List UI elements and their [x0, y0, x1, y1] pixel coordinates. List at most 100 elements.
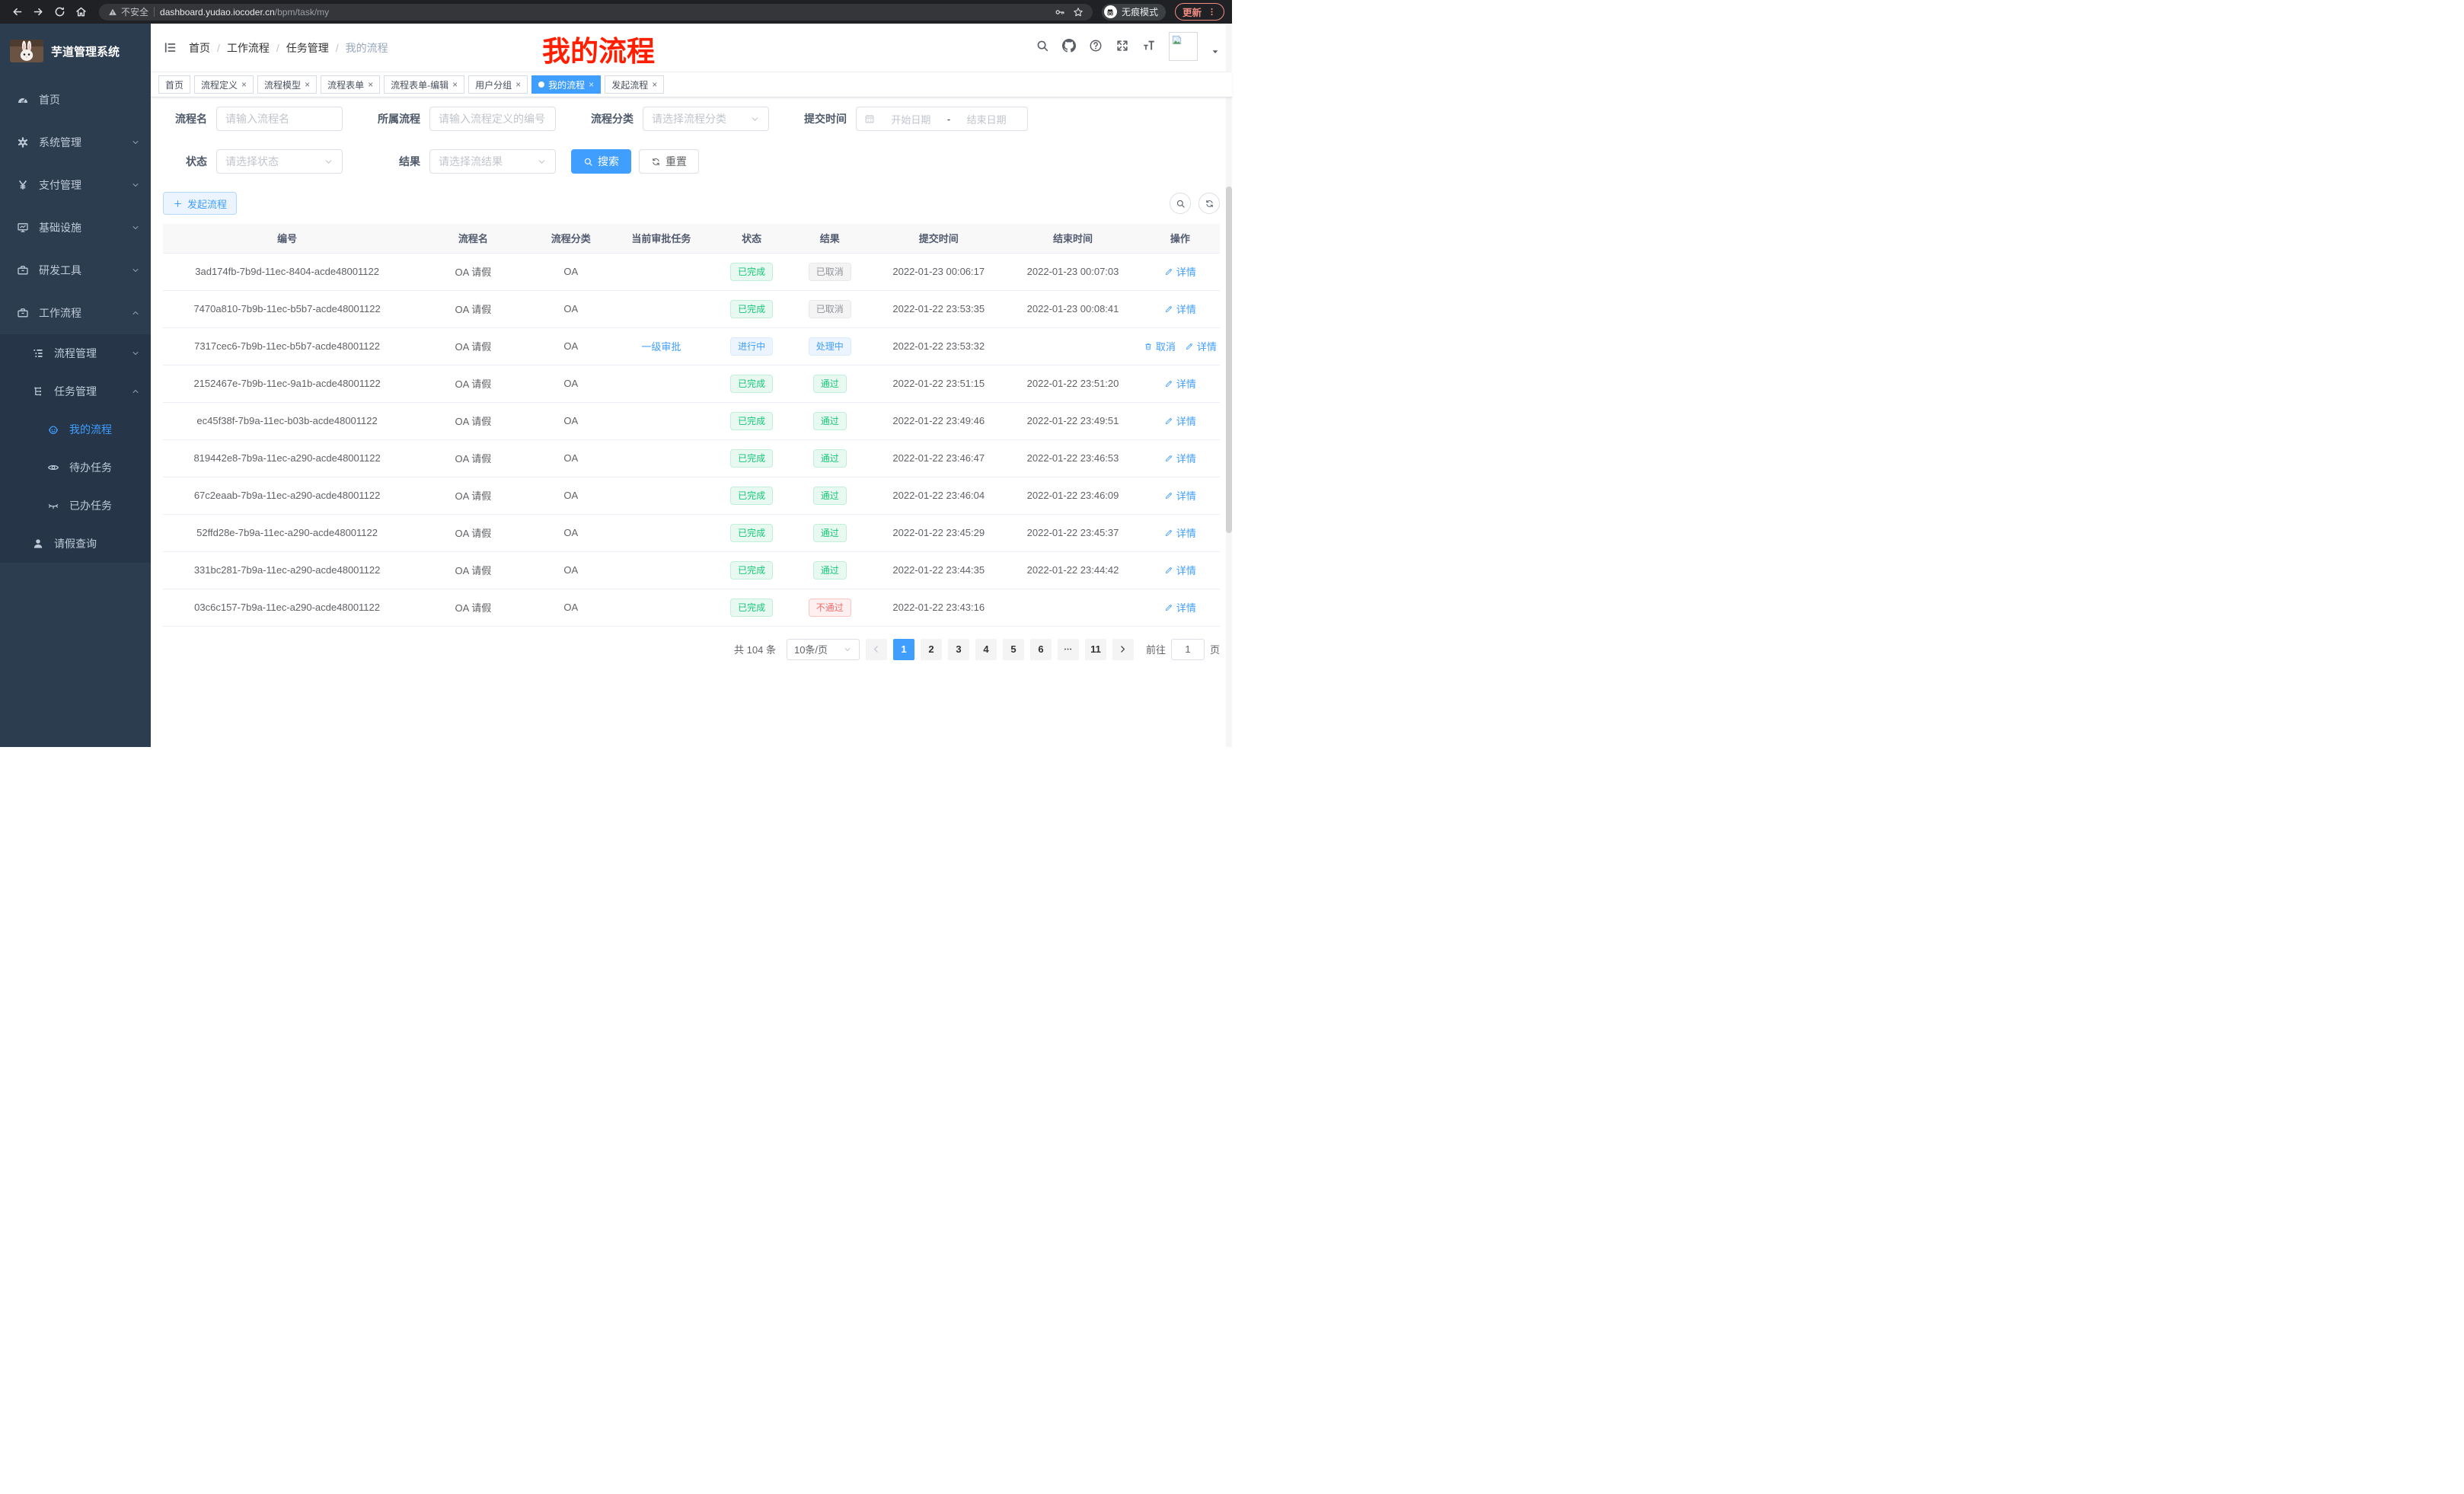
sidebar-item-我的流程[interactable]: 我的流程 — [0, 410, 151, 449]
breadcrumb-item-任务管理[interactable]: 任务管理 — [286, 40, 329, 56]
cancel-link[interactable]: 取消 — [1144, 339, 1176, 353]
sidebar-item-研发工具[interactable]: 研发工具 — [0, 249, 151, 292]
goto-page-input[interactable] — [1171, 639, 1205, 660]
search-button[interactable]: 搜索 — [571, 149, 631, 174]
process-definition-input[interactable] — [429, 107, 556, 131]
browser-forward-button[interactable] — [29, 3, 47, 21]
breadcrumb-item-首页[interactable]: 首页 — [189, 40, 210, 56]
page-size-select[interactable]: 10条/页 — [787, 639, 860, 660]
page-button-2[interactable]: 2 — [921, 639, 942, 660]
tab-发起流程[interactable]: 发起流程 × — [605, 75, 664, 94]
sidebar-item-任务管理[interactable]: 任务管理 — [0, 372, 151, 410]
browser-reload-button[interactable] — [50, 3, 69, 21]
tab-流程表单-编辑[interactable]: 流程表单-编辑× — [384, 75, 464, 94]
tab-close-icon[interactable]: × — [652, 79, 657, 90]
detail-link[interactable]: 详情 — [1164, 525, 1196, 540]
breadcrumb-item-工作流程[interactable]: 工作流程 — [227, 40, 270, 56]
navbar: 首页/工作流程/任务管理/我的流程 我的流程 — [151, 24, 1232, 72]
process-name-input[interactable] — [216, 107, 343, 131]
tab-close-icon[interactable]: × — [305, 79, 310, 90]
sidebar-item-工作流程[interactable]: 工作流程 — [0, 292, 151, 334]
font-size-icon[interactable] — [1142, 39, 1156, 53]
pagination-more-button[interactable] — [1058, 639, 1079, 660]
tab-close-icon[interactable]: × — [241, 79, 247, 90]
detail-link[interactable]: 详情 — [1164, 302, 1196, 316]
tab-close-icon[interactable]: × — [589, 79, 594, 90]
github-icon[interactable] — [1062, 39, 1076, 53]
result-tag: 处理中 — [809, 337, 851, 356]
detail-link[interactable]: 详情 — [1164, 264, 1196, 279]
result-tag: 通过 — [813, 412, 847, 430]
page-button-6[interactable]: 6 — [1030, 639, 1052, 660]
tab-close-icon[interactable]: × — [515, 79, 521, 90]
browser-update-button[interactable]: 更新 — [1175, 3, 1224, 21]
sidebar-fold-icon[interactable] — [163, 40, 177, 55]
tab-label: 发起流程 — [611, 78, 648, 91]
table-row: 7470a810-7b9b-11ec-b5b7-acde48001122OA 请… — [163, 290, 1220, 327]
prev-page-button[interactable] — [866, 639, 887, 660]
security-label: 不安全 — [121, 5, 148, 18]
fullscreen-icon[interactable] — [1116, 39, 1129, 53]
process-category-select[interactable]: 请选择流程分类 — [643, 107, 769, 131]
create-process-button[interactable]: 发起流程 — [163, 192, 237, 215]
tab-流程模型[interactable]: 流程模型× — [257, 75, 317, 94]
security-badge[interactable]: 不安全 — [108, 5, 148, 18]
sidebar-item-流程管理[interactable]: 流程管理 — [0, 334, 151, 372]
sidebar-item-基础设施[interactable]: 基础设施 — [0, 206, 151, 249]
tab-首页[interactable]: 首页 — [158, 75, 190, 94]
tab-close-icon[interactable]: × — [452, 79, 458, 90]
tab-用户分组[interactable]: 用户分组× — [468, 75, 528, 94]
reset-button[interactable]: 重置 — [639, 149, 699, 174]
sidebar-item-首页[interactable]: 首页 — [0, 78, 151, 121]
next-page-button[interactable] — [1112, 639, 1134, 660]
browser-home-button[interactable] — [72, 3, 90, 21]
incognito-badge: 无痕模式 — [1102, 4, 1166, 21]
sidebar-item-支付管理[interactable]: 支付管理 — [0, 164, 151, 206]
header-search-icon[interactable] — [1036, 39, 1049, 53]
sidebar-item-系统管理[interactable]: 系统管理 — [0, 121, 151, 164]
page-button-11[interactable]: 11 — [1085, 639, 1106, 660]
page-button-4[interactable]: 4 — [975, 639, 997, 660]
detail-link[interactable]: 详情 — [1164, 451, 1196, 465]
submit-time-range-picker[interactable]: 开始日期 - 结束日期 — [856, 107, 1028, 131]
sidebar-item-请假查询[interactable]: 请假查询 — [0, 525, 151, 563]
detail-link[interactable]: 详情 — [1164, 413, 1196, 428]
tab-我的流程[interactable]: 我的流程× — [531, 75, 601, 94]
tab-close-icon[interactable]: × — [368, 79, 373, 90]
search-icon — [583, 157, 593, 167]
page-button-1[interactable]: 1 — [893, 639, 914, 660]
tab-流程定义[interactable]: 流程定义× — [194, 75, 254, 94]
page-button-3[interactable]: 3 — [948, 639, 969, 660]
detail-link[interactable]: 详情 — [1164, 488, 1196, 503]
more-vertical-icon[interactable] — [1207, 7, 1217, 17]
browser-back-button[interactable] — [8, 3, 26, 21]
current-task-link[interactable]: 一级审批 — [641, 339, 681, 353]
cell-actions: 详情 — [1141, 514, 1220, 551]
cell-name: OA 请假 — [411, 551, 535, 589]
tab-流程表单[interactable]: 流程表单× — [321, 75, 380, 94]
detail-link[interactable]: 详情 — [1164, 376, 1196, 391]
sidebar-item-待办任务[interactable]: 待办任务 — [0, 449, 151, 487]
result-select[interactable]: 请选择流结果 — [429, 149, 556, 174]
page-button-5[interactable]: 5 — [1003, 639, 1024, 660]
page-scrollbar-thumb[interactable] — [1226, 187, 1232, 533]
sidebar-item-已办任务[interactable]: 已办任务 — [0, 487, 151, 525]
app-logo[interactable]: 芋道管理系统 — [0, 24, 151, 78]
detail-link[interactable]: 详情 — [1185, 339, 1217, 353]
refresh-table-button[interactable] — [1198, 193, 1220, 214]
show-search-button[interactable] — [1170, 193, 1191, 214]
detail-link[interactable]: 详情 — [1164, 563, 1196, 577]
status-select[interactable]: 请选择状态 — [216, 149, 343, 174]
avatar[interactable] — [1169, 32, 1198, 61]
help-icon[interactable] — [1089, 39, 1103, 53]
address-bar[interactable]: 不安全 dashboard.yudao.iocoder.cn/bpm/task/… — [99, 4, 1093, 21]
key-icon[interactable] — [1055, 7, 1065, 18]
cell-result: 通过 — [787, 402, 872, 439]
breadcrumb-separator: / — [336, 42, 339, 54]
bookmark-star-icon[interactable] — [1073, 7, 1084, 18]
detail-link[interactable]: 详情 — [1164, 600, 1196, 615]
avatar-caret-down-icon[interactable] — [1211, 47, 1220, 56]
update-label: 更新 — [1183, 5, 1202, 19]
sidebar-item-label: 我的流程 — [69, 422, 140, 437]
warning-icon — [108, 8, 117, 17]
